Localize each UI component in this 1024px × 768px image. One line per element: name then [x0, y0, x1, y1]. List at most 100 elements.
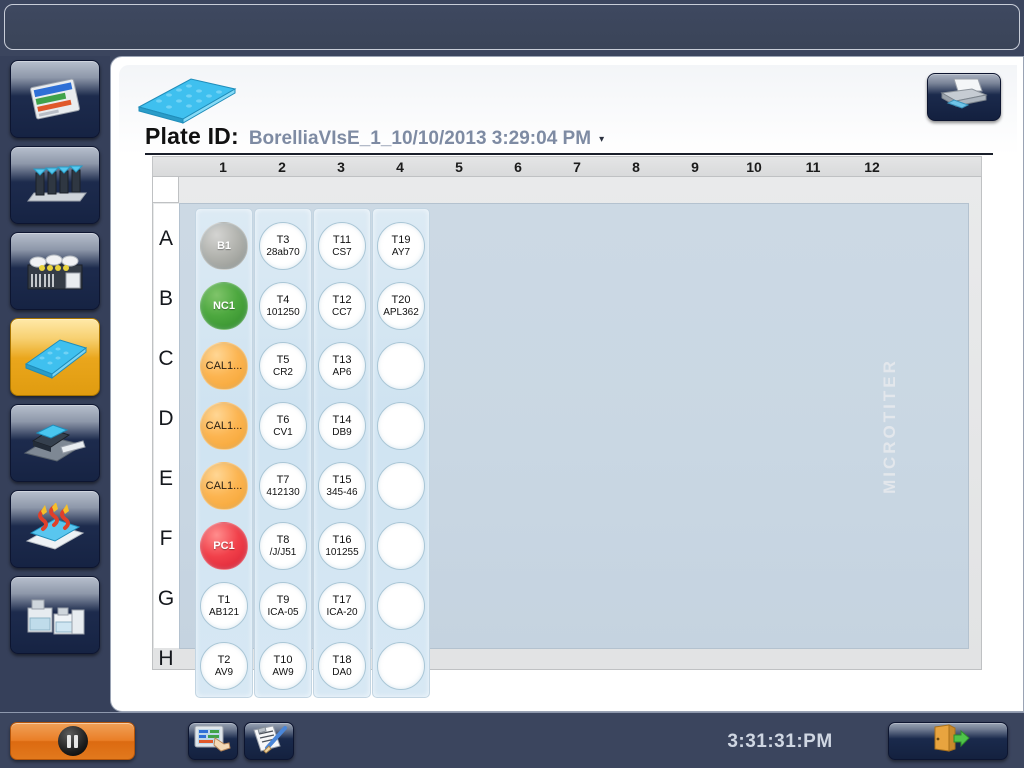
touchscreen-button[interactable] — [188, 722, 238, 760]
well-label-secondary: CV1 — [273, 426, 293, 438]
sidebar-item-plates[interactable] — [10, 318, 100, 396]
column-header-6: 6 — [514, 159, 522, 175]
well-G2[interactable]: T9 ICA-05 — [259, 582, 307, 630]
well-H1[interactable]: T2 AV9 — [200, 642, 248, 690]
well-B2[interactable]: T4 101250 — [259, 282, 307, 330]
well-D4[interactable] — [377, 402, 425, 450]
well-label-secondary: CS7 — [332, 246, 352, 258]
exit-button[interactable] — [888, 722, 1008, 760]
window-title-bar — [4, 4, 1020, 50]
well-B3[interactable]: T12 CC7 — [318, 282, 366, 330]
well-C3[interactable]: T13 AP6 — [318, 342, 366, 390]
well-label-primary: T11 — [332, 234, 352, 247]
column-header-5: 5 — [455, 159, 463, 175]
bottom-toolbar: 3:31:31:PM — [0, 712, 1024, 768]
well-B1[interactable]: NC1 — [200, 282, 248, 330]
well-F3[interactable]: T16 101255 — [318, 522, 366, 570]
sidebar-item-incubator[interactable] — [10, 490, 100, 568]
well-label-primary: T4 — [276, 294, 290, 307]
plate-row-labels: ABCDEFGH — [154, 204, 179, 670]
pause-button[interactable] — [10, 722, 135, 760]
column-header-11: 11 — [805, 159, 821, 175]
sidebar-item-reagents[interactable] — [10, 576, 100, 654]
main-panel: Plate ID: BorelliaVIsE_1_10/10/2013 3:29… — [110, 56, 1024, 712]
well-label-primary: NC1 — [212, 299, 235, 312]
well-label-primary: T8 — [276, 534, 290, 547]
microplate-map: ABCDEFGH MICROTITER B1 NC1 CAL1... CAL1... C… — [152, 176, 982, 698]
well-label-primary: T12 — [332, 294, 352, 307]
well-A4[interactable]: T19 AY7 — [377, 222, 425, 270]
well-label-primary: T9 — [276, 594, 290, 607]
well-A3[interactable]: T11 CS7 — [318, 222, 366, 270]
row-label-H: H — [158, 647, 174, 670]
chevron-down-icon[interactable]: ▾ — [599, 134, 604, 145]
well-label-secondary: ICA-20 — [326, 606, 358, 618]
sidebar — [0, 56, 110, 712]
well-label-secondary: 101250 — [266, 306, 300, 318]
well-F2[interactable]: T8/J/J51 — [259, 522, 307, 570]
well-label-primary: PC1 — [213, 539, 235, 552]
sidebar-item-washer[interactable] — [10, 404, 100, 482]
well-E2[interactable]: T7 412130 — [259, 462, 307, 510]
well-A1[interactable]: B1 — [200, 222, 248, 270]
column-header-2: 2 — [278, 159, 286, 175]
clipboard-pen-icon — [249, 724, 289, 759]
plate-id-label: Plate ID: — [145, 123, 239, 149]
well-label-secondary: 101255 — [325, 546, 359, 558]
well-D2[interactable]: T6 CV1 — [259, 402, 307, 450]
printer-icon — [938, 77, 990, 118]
well-label-primary: T19 — [391, 234, 411, 247]
plate-watermark: MICROTITER — [880, 358, 900, 494]
well-label-secondary: 412130 — [266, 486, 300, 498]
well-label-primary: T20 — [391, 294, 411, 307]
well-label-primary: CAL1... — [205, 479, 243, 492]
well-C4[interactable] — [377, 342, 425, 390]
well-E1[interactable]: CAL1... — [200, 462, 248, 510]
column-header-1: 1 — [219, 159, 227, 175]
well-H2[interactable]: T10 AW9 — [259, 642, 307, 690]
sidebar-item-tips[interactable] — [10, 146, 100, 224]
well-E4[interactable] — [377, 462, 425, 510]
well-C2[interactable]: T5 CR2 — [259, 342, 307, 390]
worklist-tray-icon — [23, 73, 87, 125]
well-label-secondary: DA0 — [332, 666, 352, 678]
well-C1[interactable]: CAL1... — [200, 342, 248, 390]
plate-id-value[interactable]: BorelliaVIsE_1_10/10/2013 3:29:04 PM — [249, 128, 591, 150]
well-G3[interactable]: T17 ICA-20 — [318, 582, 366, 630]
well-F1[interactable]: PC1 — [200, 522, 248, 570]
well-A2[interactable]: T3 28ab70 — [259, 222, 307, 270]
plate-column-headers: 1 2 3 4 5 6 7 8 9 10 11 12 — [152, 156, 982, 176]
column-header-12: 12 — [864, 159, 880, 175]
well-label-secondary: AB121 — [208, 606, 240, 618]
touchscreen-icon — [193, 724, 233, 759]
well-label-primary: B1 — [216, 239, 232, 252]
well-H4[interactable] — [377, 642, 425, 690]
well-H3[interactable]: T18 DA0 — [318, 642, 366, 690]
well-label-secondary: 345-46 — [326, 486, 358, 498]
print-button[interactable] — [927, 73, 1001, 121]
column-header-10: 10 — [746, 159, 762, 175]
well-G1[interactable]: T1 AB121 — [200, 582, 248, 630]
well-E3[interactable]: T15 345-46 — [318, 462, 366, 510]
plate-corner-notch — [153, 177, 179, 203]
column-header-8: 8 — [632, 159, 640, 175]
sidebar-item-samples[interactable] — [10, 232, 100, 310]
well-B4[interactable]: T20 APL362 — [377, 282, 425, 330]
tip-rack-icon — [22, 159, 88, 211]
well-label-primary: CAL1... — [205, 419, 243, 432]
well-D3[interactable]: T14 DB9 — [318, 402, 366, 450]
well-label-secondary: APL362 — [383, 306, 419, 318]
plate-id-row[interactable]: Plate ID: BorelliaVIsE_1_10/10/2013 3:29… — [145, 123, 997, 155]
well-label-secondary: AV9 — [214, 666, 234, 678]
well-label-secondary: AY7 — [391, 246, 411, 258]
well-G4[interactable] — [377, 582, 425, 630]
well-label-primary: T2 — [217, 654, 231, 667]
well-F4[interactable] — [377, 522, 425, 570]
well-D1[interactable]: CAL1... — [200, 402, 248, 450]
well-label-secondary: 28ab70 — [266, 246, 300, 258]
microplate-icon — [20, 334, 90, 380]
well-label-primary: T6 — [276, 414, 290, 427]
report-button[interactable] — [244, 722, 294, 760]
sidebar-item-worklist[interactable] — [10, 60, 100, 138]
pause-icon — [57, 726, 88, 756]
